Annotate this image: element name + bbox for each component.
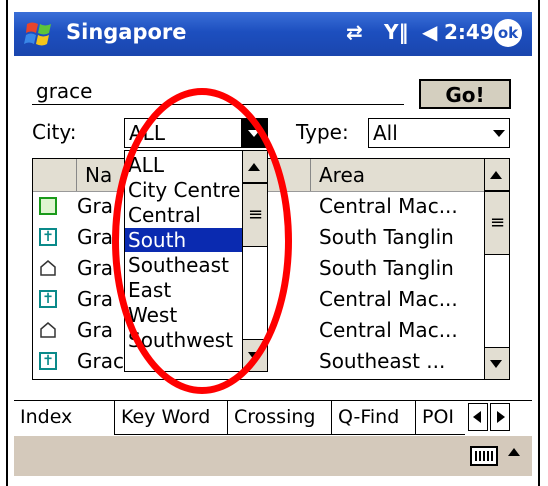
church-icon: ✝ [39,352,57,370]
city-label: City: [32,120,77,144]
tab-crossing[interactable]: Crossing [227,401,331,435]
chevron-down-icon[interactable] [241,119,267,147]
windows-start-icon[interactable] [24,19,54,49]
keyboard-icon[interactable] [470,446,498,466]
name-cell: Gra [77,256,113,280]
scroll-thumb[interactable] [243,183,267,247]
arrow-down-icon [248,352,260,360]
tab-bar: Index Key Word Crossing Q-Find POI [14,400,532,437]
dropdown-option[interactable]: Central [125,203,245,227]
dropdown-option-selected[interactable]: South [125,228,245,252]
tab-index[interactable]: Index [14,401,114,435]
dropdown-option[interactable]: East [125,278,245,302]
tab-q-find[interactable]: Q-Find [331,401,415,435]
scroll-up-button[interactable] [485,159,509,191]
city-select-value: ALL [129,121,165,145]
bottom-menu-bar [14,436,532,476]
go-button[interactable]: Go! [419,79,511,109]
area-cell: Southeast ... [319,349,446,373]
tab-scroll-right-button[interactable] [490,403,510,431]
building-icon [39,197,57,215]
area-cell: Central Mac... [319,318,458,342]
arrow-left-icon [473,411,481,423]
name-cell: Gra [77,194,113,218]
app-title: Singapore [66,20,187,44]
area-cell: South Tanglin [319,225,454,249]
table-row[interactable]: Gra Central Mac... [33,191,509,222]
city-select[interactable]: ALL [124,118,268,148]
input-panel-arrow-icon[interactable] [508,448,520,456]
table-scrollbar[interactable] [484,159,509,379]
tab-poi[interactable]: POI [415,401,465,435]
type-label: Type: [296,120,349,144]
area-cell: South Tanglin [319,256,454,280]
ok-button[interactable]: ok [494,19,522,47]
dropdown-option[interactable]: City Centre [125,178,245,202]
house-icon [40,260,56,276]
type-select-value: All [373,121,398,145]
dropdown-scrollbar[interactable] [242,151,267,371]
arrow-up-icon [248,163,260,171]
arrow-right-icon [497,411,505,423]
arrow-down-icon [490,360,502,368]
table-row[interactable]: ✝ Gra South Tanglin [33,222,509,253]
table-header: Na Area [33,159,509,192]
scroll-up-button[interactable] [243,151,267,183]
name-cell: Gra [77,225,113,249]
dropdown-option[interactable]: Southeast [125,253,245,277]
chevron-down-icon[interactable] [493,130,505,137]
results-table: Na Area Gra Central Mac... ✝ Gra South T… [32,158,510,380]
table-row[interactable]: Gra South Tanglin [33,253,509,284]
scroll-down-button[interactable] [485,347,509,379]
area-cell: Central Mac... [319,287,458,311]
table-row[interactable]: ✝ Grace Bible Southeast ... [33,346,509,377]
dropdown-option[interactable]: ALL [125,153,245,177]
table-row[interactable]: Gra Central Mac... [33,315,509,346]
signal-strength-icon[interactable]: Y‖ [384,20,408,44]
search-input[interactable] [32,77,404,105]
church-icon: ✝ [39,228,57,246]
icon-column-header[interactable] [33,159,77,191]
arrow-up-icon [490,171,502,179]
area-cell: Central Mac... [319,194,458,218]
city-dropdown-list[interactable]: ALL City Centre Central South Southeast … [124,150,268,372]
dropdown-option[interactable]: West [125,303,245,327]
connectivity-icon[interactable]: ⇄ [346,20,363,44]
clock-time[interactable]: 2:49 [444,20,494,44]
name-cell: Gra [77,318,113,342]
dropdown-option[interactable]: Southwest [125,328,245,352]
scroll-thumb[interactable] [485,191,509,255]
table-row[interactable]: ✝ Gra Central Mac... [33,284,509,315]
tab-scroll-left-button[interactable] [468,403,488,431]
house-icon [40,322,56,338]
scroll-down-button[interactable] [243,339,267,371]
area-column-header[interactable]: Area [311,159,487,191]
type-select[interactable]: All [368,118,510,148]
tab-key-word[interactable]: Key Word [114,401,227,435]
name-cell: Gra [77,287,113,311]
church-icon: ✝ [39,290,57,308]
volume-icon[interactable]: ◀︎ [422,20,437,44]
title-bar: Singapore ⇄ Y‖ ◀︎ 2:49 ok [14,12,532,56]
